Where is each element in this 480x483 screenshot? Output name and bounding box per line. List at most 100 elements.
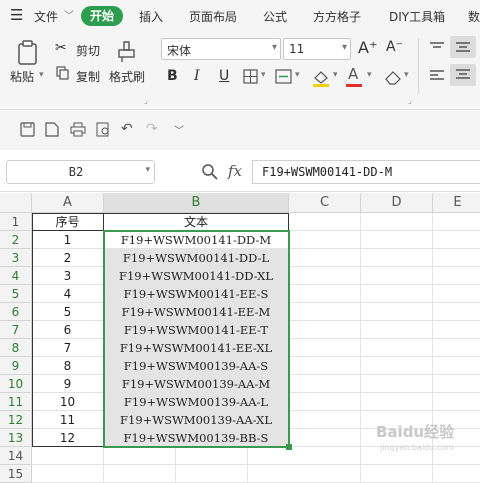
cell-a[interactable]: 3	[32, 267, 104, 285]
row-header[interactable]: 7	[0, 321, 32, 339]
format-painter-icon[interactable]	[116, 40, 138, 64]
cell-a[interactable]: 10	[32, 393, 104, 411]
cell-b[interactable]: F19+WSWM00139-AA-L	[104, 393, 289, 411]
chevron-down-icon[interactable]: ▾	[367, 70, 372, 80]
undo-icon[interactable]: ↶	[121, 121, 133, 137]
chevron-down-icon[interactable]: ▾	[333, 70, 338, 80]
customize-toolbar-icon[interactable]: ﹀	[174, 122, 184, 137]
tab-page-layout[interactable]: 页面布局	[189, 8, 237, 25]
fill-handle[interactable]	[286, 444, 292, 450]
print-preview-icon[interactable]	[96, 122, 112, 138]
tab-fangfang-gezi[interactable]: 方方格子	[313, 8, 361, 25]
increase-font-icon[interactable]: A⁺	[358, 38, 377, 57]
font-name-select[interactable]: 宋体 ▾	[161, 38, 281, 60]
print-icon[interactable]	[70, 122, 86, 138]
row-header[interactable]: 8	[0, 339, 32, 357]
file-menu[interactable]: 文件	[34, 8, 58, 25]
select-all-corner[interactable]	[0, 193, 32, 213]
tab-home[interactable]: 开始	[81, 6, 123, 26]
chevron-down-icon[interactable]: ▾	[145, 165, 150, 175]
cell-b1[interactable]: 文本	[104, 213, 289, 231]
column-header-b[interactable]: B	[104, 193, 289, 213]
underline-button[interactable]: U	[219, 68, 229, 84]
export-pdf-icon[interactable]	[44, 122, 60, 138]
cell-a[interactable]: 9	[32, 375, 104, 393]
cell-a[interactable]: 5	[32, 303, 104, 321]
align-left-icon[interactable]	[428, 68, 446, 84]
chevron-down-icon[interactable]: ﹀	[64, 7, 74, 22]
decrease-font-icon[interactable]: A⁻	[386, 39, 403, 55]
bold-button[interactable]: B	[167, 68, 178, 84]
row-header[interactable]: 13	[0, 429, 32, 447]
merge-cells-icon[interactable]	[275, 69, 293, 85]
cell-a[interactable]: 7	[32, 339, 104, 357]
name-box[interactable]: B2 ▾	[6, 160, 155, 184]
row-header[interactable]: 12	[0, 411, 32, 429]
redo-icon[interactable]: ↷	[146, 121, 158, 137]
cell-b[interactable]: F19+WSWM00141-EE-M	[104, 303, 289, 321]
row-header[interactable]: 9	[0, 357, 32, 375]
cell-b[interactable]: F19+WSWM00139-AA-M	[104, 375, 289, 393]
cell-a[interactable]: 11	[32, 411, 104, 429]
tab-formulas[interactable]: 公式	[263, 8, 287, 25]
align-middle-button[interactable]	[450, 36, 476, 58]
cell-a[interactable]: 4	[32, 285, 104, 303]
align-top-icon[interactable]	[428, 40, 446, 56]
align-center-button[interactable]	[450, 64, 476, 86]
cell-b[interactable]: F19+WSWM00141-DD-L	[104, 249, 289, 267]
cell-a1[interactable]: 序号	[32, 213, 104, 231]
row-header[interactable]: 4	[0, 267, 32, 285]
row-header[interactable]: 6	[0, 303, 32, 321]
save-icon[interactable]	[20, 122, 36, 138]
dialog-launcher-icon[interactable]: ⌟	[408, 96, 412, 105]
cell-b[interactable]: F19+WSWM00141-EE-S	[104, 285, 289, 303]
row-header[interactable]: 5	[0, 285, 32, 303]
column-header-c[interactable]: C	[289, 193, 361, 213]
eraser-icon[interactable]	[384, 69, 402, 85]
cell-b[interactable]: F19+WSWM00139-AA-XL	[104, 411, 289, 429]
cell-a[interactable]: 8	[32, 357, 104, 375]
border-icon[interactable]	[243, 69, 259, 85]
copy-icon[interactable]	[56, 66, 70, 80]
font-size-select[interactable]: 11 ▾	[283, 38, 351, 60]
italic-button[interactable]: I	[194, 68, 200, 84]
column-header-a[interactable]: A	[32, 193, 104, 213]
cell-b[interactable]: F19+WSWM00139-AA-S	[104, 357, 289, 375]
cell-b[interactable]: F19+WSWM00141-EE-T	[104, 321, 289, 339]
cut-button[interactable]: 剪切	[76, 42, 100, 59]
cell-a[interactable]: 2	[32, 249, 104, 267]
row-header[interactable]: 2	[0, 231, 32, 249]
row-header[interactable]: 11	[0, 393, 32, 411]
cell-a[interactable]: 6	[32, 321, 104, 339]
formula-input[interactable]: F19+WSWM00141-DD-M	[252, 160, 480, 184]
hamburger-menu-icon[interactable]: ☰	[10, 6, 23, 24]
tab-diy-toolbox[interactable]: DIY工具箱	[389, 8, 445, 25]
paste-icon[interactable]	[16, 40, 40, 66]
chevron-down-icon[interactable]: ▾	[404, 70, 409, 80]
zoom-formula-icon[interactable]	[201, 163, 219, 181]
cell-b[interactable]: F19+WSWM00141-DD-M	[104, 231, 289, 249]
row-header[interactable]: 15	[0, 465, 32, 483]
cell-b[interactable]: F19+WSWM00141-EE-XL	[104, 339, 289, 357]
cell-b[interactable]: F19+WSWM00141-DD-XL	[104, 267, 289, 285]
row-header[interactable]: 1	[0, 213, 32, 231]
row-header[interactable]: 3	[0, 249, 32, 267]
column-header-e[interactable]: E	[433, 193, 480, 213]
insert-function-button[interactable]: fx	[228, 162, 242, 180]
cell-a[interactable]: 12	[32, 429, 104, 447]
cell-a[interactable]: 1	[32, 231, 104, 249]
row-header[interactable]: 14	[0, 447, 32, 465]
chevron-down-icon[interactable]: ▾	[295, 70, 300, 80]
row-header[interactable]: 10	[0, 375, 32, 393]
copy-button[interactable]: 复制	[76, 68, 100, 85]
tab-data[interactable]: 数	[468, 8, 480, 25]
tab-insert[interactable]: 插入	[139, 8, 163, 25]
dialog-launcher-icon[interactable]: ⌟	[144, 96, 148, 105]
format-painter-button[interactable]: 格式刷	[109, 68, 145, 85]
paste-button[interactable]: 粘贴	[10, 68, 34, 85]
column-header-d[interactable]: D	[361, 193, 433, 213]
cell-b[interactable]: F19+WSWM00139-BB-S	[104, 429, 289, 447]
chevron-down-icon[interactable]: ▾	[261, 70, 266, 80]
paste-dropdown-icon[interactable]: ▾	[39, 70, 44, 80]
font-color-button[interactable]: A	[348, 65, 358, 83]
